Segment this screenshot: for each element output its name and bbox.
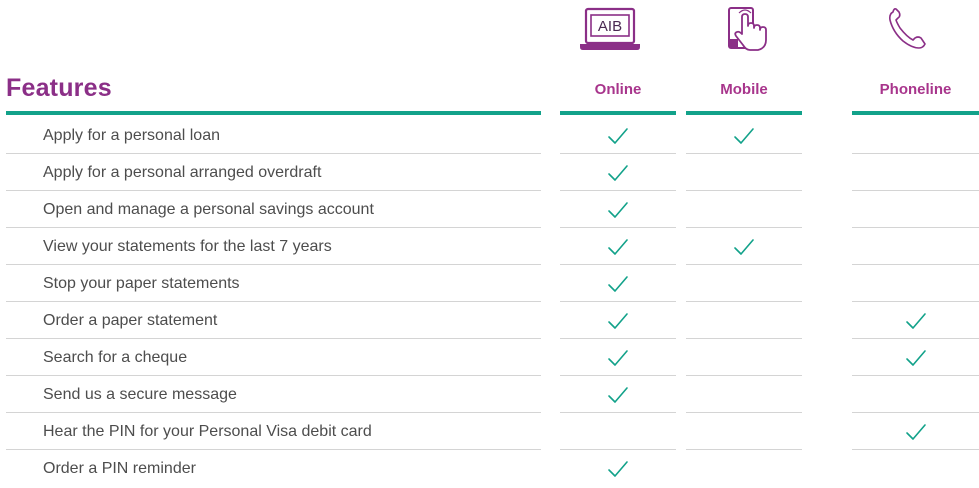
channel-header-online: Online [594, 81, 642, 98]
features-comparison: AIB Features Online Mobile Phoneline App… [0, 0, 979, 488]
check-icon-mobile [686, 191, 802, 228]
feature-label: Send us a secure message [43, 386, 237, 403]
feature-label: View your statements for the last 7 year… [43, 238, 332, 255]
check-icon-online [560, 450, 676, 487]
channel-header-mobile: Mobile [720, 81, 768, 98]
check-icon-mobile [686, 450, 802, 487]
check-icon-online [560, 117, 676, 154]
table-row: Order a paper statement [0, 302, 979, 339]
check-icon-phoneline [852, 265, 979, 302]
check-icon-mobile [686, 302, 802, 339]
check-icon-mobile [686, 265, 802, 302]
title-divider [6, 111, 541, 115]
feature-label: Stop your paper statements [43, 275, 240, 292]
check-icon-phoneline [852, 339, 979, 376]
check-icon-online [560, 339, 676, 376]
feature-label: Order a paper statement [43, 312, 218, 329]
channel-header-phoneline: Phoneline [879, 81, 952, 98]
features-table: Apply for a personal loan Apply for a pe… [0, 117, 979, 487]
feature-label: Apply for a personal arranged overdraft [43, 164, 322, 181]
check-icon-phoneline [852, 117, 979, 154]
laptop-icon-text: AIB [598, 18, 622, 35]
check-icon-mobile [686, 117, 802, 154]
mobile-header-divider [686, 111, 802, 115]
check-icon-phoneline [852, 154, 979, 191]
table-row: Search for a cheque [0, 339, 979, 376]
check-icon-phoneline [852, 413, 979, 450]
feature-label: Apply for a personal loan [43, 127, 220, 144]
table-row: Open and manage a personal savings accou… [0, 191, 979, 228]
table-row: Order a PIN reminder [0, 450, 979, 487]
check-icon-mobile [686, 228, 802, 265]
phone-icon [885, 6, 929, 52]
table-row: Stop your paper statements [0, 265, 979, 302]
check-icon-online [560, 228, 676, 265]
check-icon-online [560, 302, 676, 339]
check-icon-phoneline [852, 191, 979, 228]
check-icon-online [560, 376, 676, 413]
table-row: Hear the PIN for your Personal Visa debi… [0, 413, 979, 450]
laptop-icon: AIB [578, 6, 642, 52]
check-icon-phoneline [852, 376, 979, 413]
page-title: Features [6, 74, 112, 102]
feature-label: Hear the PIN for your Personal Visa debi… [43, 423, 372, 440]
table-row: Apply for a personal arranged overdraft [0, 154, 979, 191]
check-icon-mobile [686, 339, 802, 376]
feature-label: Order a PIN reminder [43, 460, 196, 477]
table-row: Apply for a personal loan [0, 117, 979, 154]
phoneline-header-divider [852, 111, 979, 115]
check-icon-mobile [686, 413, 802, 450]
check-icon-mobile [686, 376, 802, 413]
feature-label: Open and manage a personal savings accou… [43, 201, 374, 218]
table-row: View your statements for the last 7 year… [0, 228, 979, 265]
check-icon-mobile [686, 154, 802, 191]
check-icon-phoneline [852, 228, 979, 265]
check-icon-online [560, 265, 676, 302]
check-icon-online [560, 413, 676, 450]
feature-label: Search for a cheque [43, 349, 188, 366]
check-icon-phoneline [852, 302, 979, 339]
online-header-divider [560, 111, 676, 115]
check-icon-online [560, 154, 676, 191]
check-icon-online [560, 191, 676, 228]
table-row: Send us a secure message [0, 376, 979, 413]
check-icon-phoneline [852, 450, 979, 487]
mobile-tap-icon [722, 6, 772, 52]
